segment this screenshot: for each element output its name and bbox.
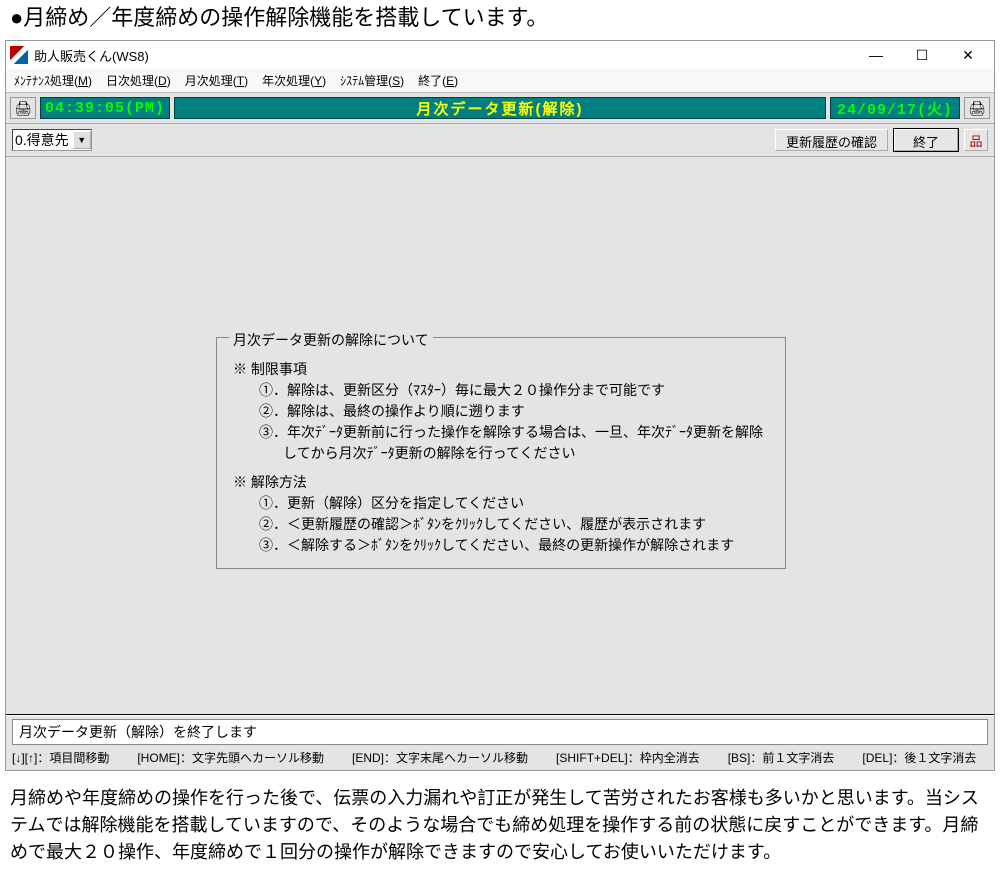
menu-maintenance[interactable]: ﾒﾝﾃﾅﾝｽ処理(M) <box>14 72 92 89</box>
window-title: 助人販売くん(WS8) <box>34 46 854 65</box>
printer-icon-left[interactable]: 🖨 <box>10 97 36 119</box>
restriction-item: ③．年次ﾃﾞｰﾀ更新前に行った操作を解除する場合は、一旦、年次ﾃﾞｰﾀ更新を解除… <box>259 422 773 464</box>
menu-system[interactable]: ｼｽﾃﾑ管理(S) <box>340 72 404 89</box>
method-item: ①．更新（解除）区分を指定してください <box>259 493 773 514</box>
menu-exit[interactable]: 終了(E) <box>418 72 458 89</box>
key-hint: [END]：文字末尾へカーソル移動 <box>352 749 528 766</box>
restriction-item: ②．解除は、最終の操作より順に遡ります <box>259 401 773 422</box>
restriction-item: ①．解除は、更新区分（ﾏｽﾀｰ）毎に最大２０操作分まで可能です <box>259 380 773 401</box>
menu-monthly[interactable]: 月次処理(T) <box>185 72 248 89</box>
category-dropdown[interactable]: 0.得意先 ▼ <box>12 129 92 151</box>
titlebar: 助人販売くん(WS8) — ☐ ✕ <box>6 41 994 69</box>
menubar: ﾒﾝﾃﾅﾝｽ処理(M) 日次処理(D) 月次処理(T) 年次処理(Y) ｼｽﾃﾑ… <box>6 69 994 93</box>
menu-daily[interactable]: 日次処理(D) <box>106 72 171 89</box>
method-item: ②．＜更新履歴の確認＞ﾎﾞﾀﾝをｸﾘｯｸしてください、履歴が表示されます <box>259 514 773 535</box>
method-item: ③．＜解除する＞ﾎﾞﾀﾝをｸﾘｯｸしてください、最終の更新操作が解除されます <box>259 535 773 556</box>
maximize-button[interactable]: ☐ <box>900 44 944 66</box>
toolbar: 0.得意先 ▼ 更新履歴の確認 終了 品 <box>6 124 994 157</box>
key-hint: [SHIFT+DEL]：枠内全消去 <box>556 749 700 766</box>
printer-icon-right[interactable]: 🖨 <box>964 97 990 119</box>
main-area: 月次データ更新の解除について ※ 制限事項 ①．解除は、更新区分（ﾏｽﾀｰ）毎に… <box>6 157 994 715</box>
date-display: 24/09/17(火) <box>830 97 960 119</box>
chevron-down-icon[interactable]: ▼ <box>73 131 91 149</box>
info-bar: 🖨 04:39:05(PM) 月次データ更新(解除) 24/09/17(火) 🖨 <box>6 93 994 124</box>
footer-description: 月締めや年度締めの操作を行った後で、伝票の入力漏れや訂正が発生して苦労されたお客… <box>0 771 1000 876</box>
page-heading: ●月締め／年度締めの操作解除機能を搭載しています。 <box>0 0 1000 40</box>
minimize-button[interactable]: — <box>854 44 898 66</box>
network-icon[interactable]: 品 <box>964 129 988 151</box>
history-confirm-button[interactable]: 更新履歴の確認 <box>775 129 888 151</box>
app-window: 助人販売くん(WS8) — ☐ ✕ ﾒﾝﾃﾅﾝｽ処理(M) 日次処理(D) 月次… <box>5 40 995 771</box>
status-bar: 月次データ更新（解除）を終了します [↓][↑]：項目間移動 [HOME]：文字… <box>6 715 994 770</box>
key-hint: [BS]：前１文字消去 <box>728 749 835 766</box>
app-icon <box>10 46 28 64</box>
help-panel: 月次データ更新の解除について ※ 制限事項 ①．解除は、更新区分（ﾏｽﾀｰ）毎に… <box>216 337 786 569</box>
key-hint: [↓][↑]：項目間移動 <box>12 749 109 766</box>
menu-yearly[interactable]: 年次処理(Y) <box>262 72 326 89</box>
time-display: 04:39:05(PM) <box>40 97 170 119</box>
method-heading: ※ 解除方法 <box>233 472 773 493</box>
quit-button[interactable]: 終了 <box>894 129 958 151</box>
close-button[interactable]: ✕ <box>946 44 990 66</box>
help-legend: 月次データ更新の解除について <box>229 330 433 351</box>
key-hints: [↓][↑]：項目間移動 [HOME]：文字先頭へカーソル移動 [END]：文字… <box>6 747 994 770</box>
screen-title: 月次データ更新(解除) <box>174 97 826 119</box>
key-hint: [HOME]：文字先頭へカーソル移動 <box>137 749 324 766</box>
restrictions-heading: ※ 制限事項 <box>233 359 773 380</box>
status-message: 月次データ更新（解除）を終了します <box>12 719 988 745</box>
dropdown-value: 0.得意先 <box>15 130 69 150</box>
key-hint: [DEL]：後１文字消去 <box>862 749 976 766</box>
